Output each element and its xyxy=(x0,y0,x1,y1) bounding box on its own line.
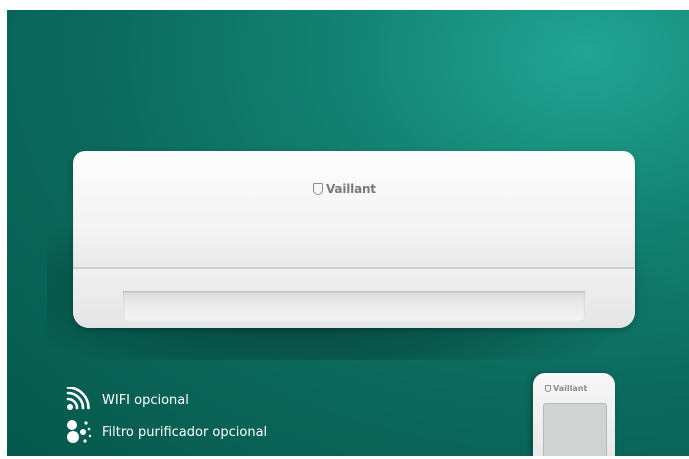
remote-brand-name: Vaillant xyxy=(553,383,588,393)
feature-purifier-filter: Filtro purificador opcional xyxy=(64,419,267,445)
remote-display xyxy=(543,403,607,456)
wifi-icon xyxy=(64,387,98,413)
purifier-filter-icon xyxy=(64,419,98,445)
air-conditioner-unit: Vaillant xyxy=(73,151,635,328)
brand-emblem-icon xyxy=(313,183,323,195)
air-louver xyxy=(123,291,585,321)
feature-wifi-label: WIFI opcional xyxy=(102,392,189,408)
remote-control: Vaillant xyxy=(533,373,615,456)
feature-wifi: WIFI opcional xyxy=(64,387,189,413)
remote-brand-logo: Vaillant xyxy=(545,383,587,393)
brand-name: Vaillant xyxy=(326,182,376,196)
image-frame: Vaillant Vaillant WIFI opcional Filtro p… xyxy=(0,0,689,459)
remote-emblem-icon xyxy=(545,384,551,392)
feature-purifier-filter-label: Filtro purificador opcional xyxy=(102,424,268,440)
brand-logo: Vaillant xyxy=(313,181,376,197)
